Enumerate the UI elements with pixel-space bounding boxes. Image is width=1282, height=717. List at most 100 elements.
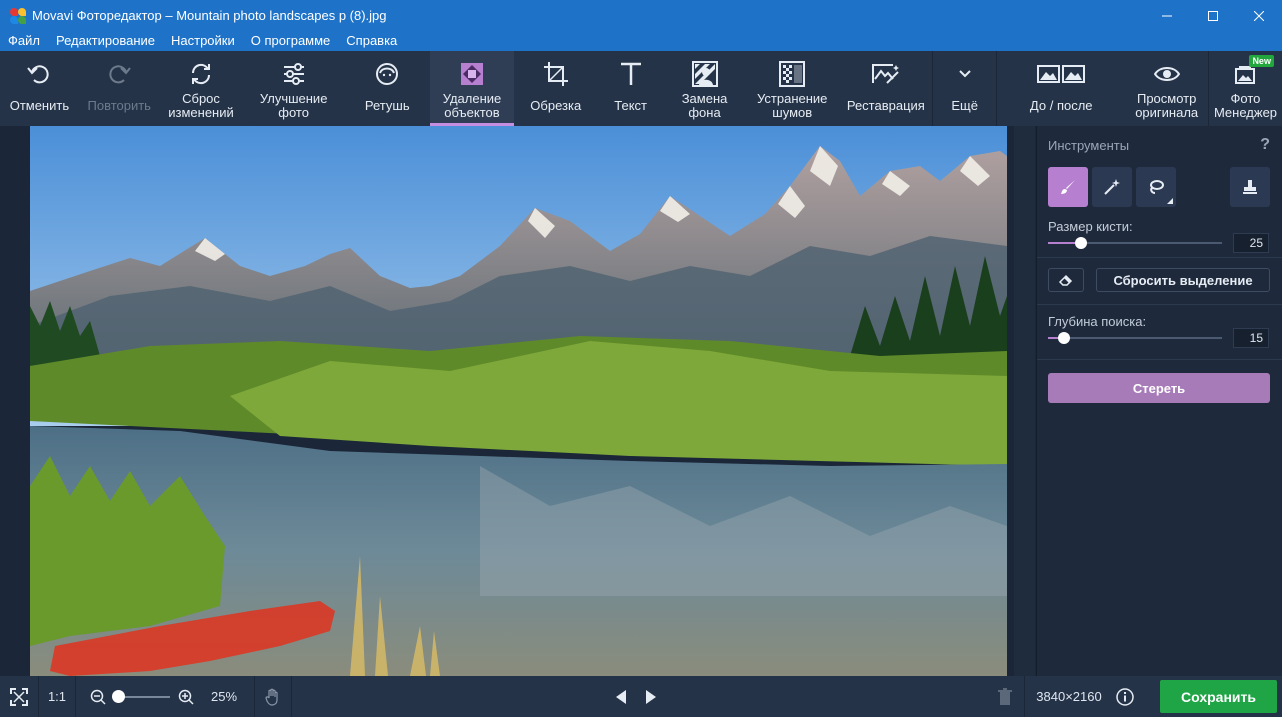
fullscreen-icon	[10, 687, 28, 706]
photo-manager-button[interactable]: New Фото Менеджер	[1209, 51, 1282, 126]
canvas-area[interactable]	[0, 126, 1035, 676]
reset-selection-button[interactable]: Сбросить выделение	[1096, 268, 1270, 292]
object-removal-button[interactable]: Удаление объектов	[429, 51, 515, 126]
search-depth-value[interactable]: 15	[1233, 328, 1269, 348]
view-original-button[interactable]: Просмотр оригинала	[1125, 51, 1208, 126]
text-label: Текст	[614, 98, 647, 113]
fit-screen-button[interactable]	[0, 676, 38, 717]
zoom-in-button[interactable]	[178, 676, 194, 717]
pan-tool-button[interactable]	[255, 676, 291, 717]
main-toolbar: Отменить Повторить Сброс изменений Улучш…	[0, 51, 1282, 126]
restoration-button[interactable]: Реставрация	[840, 51, 933, 126]
search-depth-label: Глубина поиска:	[1048, 314, 1147, 329]
status-bar: 1:1 25% 3840×2160	[0, 676, 1282, 717]
background-replace-button[interactable]: Замена фона	[664, 51, 745, 126]
lasso-icon	[1150, 180, 1164, 194]
title-bar: Movavi Фоторедактор – Mountain photo lan…	[0, 0, 1282, 31]
noise-icon	[779, 61, 806, 87]
arrow-right-icon	[646, 689, 656, 704]
undo-label: Отменить	[9, 98, 70, 113]
zoom-out-icon	[90, 689, 106, 705]
enhance-label: Улучшение фото	[259, 91, 328, 120]
window-title: Movavi Фоторедактор – Mountain photo lan…	[32, 8, 387, 23]
app-logo-icon	[10, 7, 26, 24]
search-depth-slider-knob[interactable]	[1057, 332, 1070, 344]
before-after-label: До / после	[1029, 98, 1093, 113]
photo-canvas[interactable]	[30, 126, 1007, 676]
eye-icon	[1153, 67, 1180, 81]
submenu-corner-icon	[1167, 198, 1173, 204]
hand-icon	[265, 688, 278, 706]
info-icon	[1116, 687, 1134, 706]
retouch-button[interactable]: Ретушь	[345, 51, 430, 126]
zoom-level: 25%	[210, 689, 238, 704]
lasso-tool-button[interactable]	[1136, 167, 1176, 207]
magic-photo-icon	[871, 64, 899, 84]
crop-icon	[543, 62, 568, 86]
close-button[interactable]	[1236, 0, 1282, 31]
delete-button[interactable]	[986, 676, 1024, 717]
redo-icon	[109, 65, 131, 84]
menu-settings[interactable]: Настройки	[163, 31, 243, 51]
eraser-pattern-icon	[461, 63, 483, 85]
previous-image-button[interactable]	[606, 676, 636, 717]
zoom-out-button[interactable]	[90, 676, 106, 717]
erase-button[interactable]: Стереть	[1048, 373, 1270, 403]
save-button[interactable]: Сохранить	[1160, 680, 1277, 713]
menu-about[interactable]: О программе	[243, 31, 339, 51]
brush-size-slider-knob[interactable]	[1075, 237, 1088, 249]
brush-tool-button[interactable]	[1048, 167, 1088, 207]
compare-icon	[1037, 65, 1086, 83]
undo-button[interactable]: Отменить	[0, 51, 79, 126]
actual-size-button[interactable]: 1:1	[39, 676, 75, 717]
crop-button[interactable]: Обрезка	[514, 51, 597, 126]
retouch-label: Ретушь	[364, 98, 410, 113]
info-button[interactable]	[1113, 676, 1137, 717]
enhance-button[interactable]: Улучшение фото	[242, 51, 344, 126]
new-badge: New	[1249, 55, 1274, 67]
arrow-left-icon	[616, 689, 626, 704]
help-icon[interactable]: ?	[1260, 136, 1270, 154]
refresh-icon	[191, 63, 211, 85]
search-depth-slider[interactable]	[1048, 332, 1222, 344]
brush-size-slider[interactable]	[1048, 237, 1222, 249]
trash-icon	[998, 687, 1012, 705]
magic-wand-button[interactable]	[1092, 167, 1132, 207]
minimize-button[interactable]	[1144, 0, 1190, 31]
background-replace-label: Замена фона	[681, 91, 728, 120]
menu-help[interactable]: Справка	[338, 31, 405, 51]
photo-manager-label: Фото Менеджер	[1213, 91, 1278, 120]
reset-changes-button[interactable]: Сброс изменений	[160, 51, 243, 126]
landscape-photo	[30, 126, 1007, 676]
zoom-in-icon	[178, 689, 194, 705]
denoise-label: Устранение шумов	[757, 91, 828, 120]
vertical-scrollbar[interactable]	[1014, 126, 1035, 676]
menu-file[interactable]: Файл	[0, 31, 48, 51]
text-icon	[620, 62, 641, 85]
view-original-label: Просмотр оригинала	[1135, 91, 1199, 120]
eraser-mode-button[interactable]	[1048, 268, 1084, 292]
maximize-button[interactable]	[1190, 0, 1236, 31]
eraser-icon	[1058, 274, 1073, 286]
reset-changes-label: Сброс изменений	[168, 91, 234, 120]
zoom-slider-knob[interactable]	[112, 689, 125, 703]
brush-size-value[interactable]: 25	[1233, 233, 1269, 253]
stamp-icon	[1243, 180, 1257, 194]
menu-edit[interactable]: Редактирование	[48, 31, 163, 51]
brush-size-label: Размер кисти:	[1048, 219, 1133, 234]
restoration-label: Реставрация	[846, 98, 925, 113]
before-after-button[interactable]: До / после	[997, 51, 1125, 126]
redo-label: Повторить	[87, 98, 151, 113]
more-button[interactable]: Ещё	[933, 51, 996, 126]
panel-divider	[1037, 304, 1282, 305]
image-resolution: 3840×2160	[1036, 689, 1102, 704]
stamp-tool-button[interactable]	[1230, 167, 1270, 207]
sliders-icon	[283, 63, 304, 85]
panel-divider	[1037, 257, 1282, 258]
denoise-button[interactable]: Устранение шумов	[745, 51, 840, 126]
redo-button[interactable]: Повторить	[79, 51, 160, 126]
next-image-button[interactable]	[636, 676, 666, 717]
face-icon	[376, 63, 399, 85]
text-button[interactable]: Текст	[597, 51, 664, 126]
zoom-slider[interactable]	[112, 689, 170, 703]
